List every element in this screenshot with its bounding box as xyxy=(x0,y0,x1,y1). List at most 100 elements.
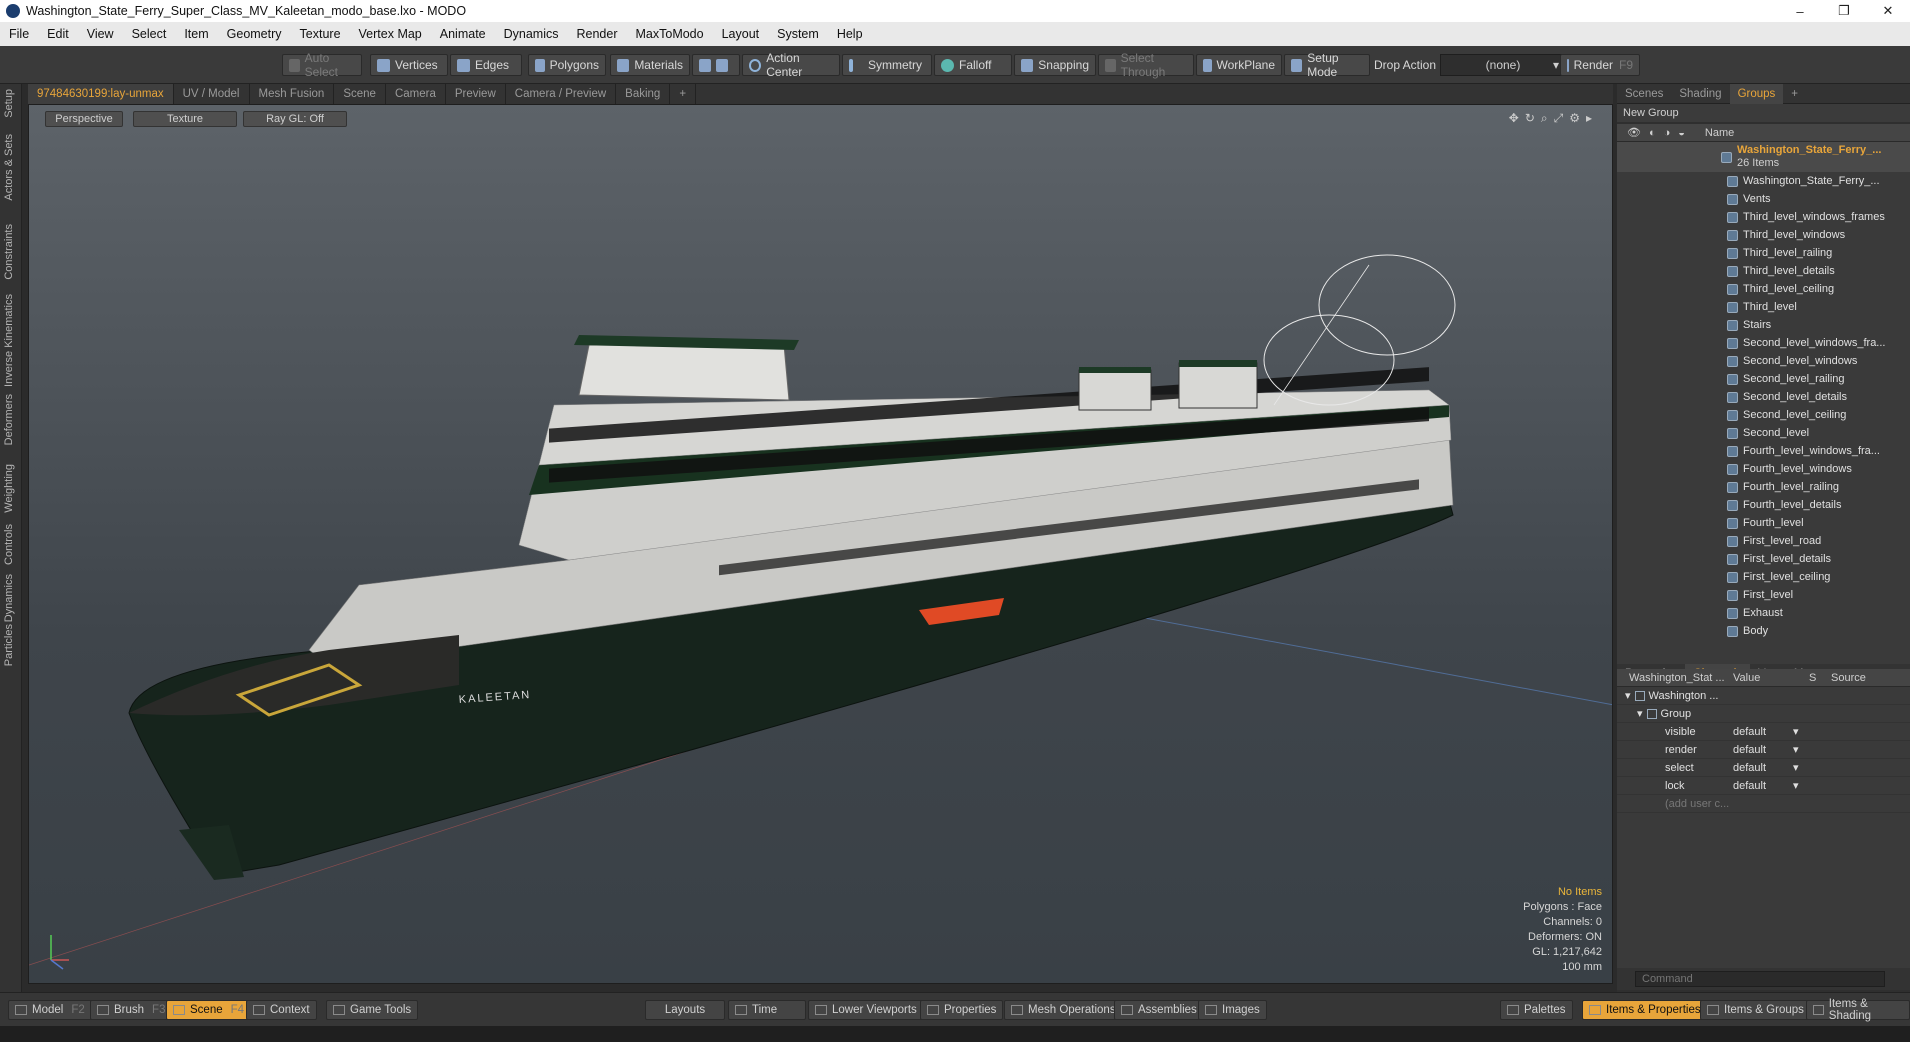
setup-mode-button[interactable]: Setup Mode xyxy=(1284,51,1370,79)
group-item-row[interactable]: Third_level_windows_frames xyxy=(1617,208,1910,226)
viewport-tab-8[interactable]: + xyxy=(670,84,697,104)
right-tab-3[interactable]: + xyxy=(1783,84,1806,104)
channel-value[interactable]: default xyxy=(1733,744,1793,756)
group-item-row[interactable]: Second_level_details xyxy=(1617,388,1910,406)
viewport-tab-3[interactable]: Scene xyxy=(334,84,386,104)
group-item-row[interactable]: Fourth_level_details xyxy=(1617,496,1910,514)
drop-action-select[interactable]: (none) ▾ xyxy=(1440,54,1566,76)
polygons-button[interactable]: Polygons xyxy=(528,54,606,76)
snapping-button[interactable]: Snapping xyxy=(1014,54,1096,76)
menu-item-select[interactable]: Select xyxy=(123,27,176,41)
channel-row[interactable]: render default ▾ xyxy=(1617,741,1910,759)
context-layout-button[interactable]: Context xyxy=(246,1000,317,1020)
group-item-row[interactable]: First_level_road xyxy=(1617,532,1910,550)
falloff-button[interactable]: Falloff xyxy=(934,54,1012,76)
group-item-row[interactable]: Third_level_ceiling xyxy=(1617,280,1910,298)
add-user-channel[interactable]: (add user c... xyxy=(1617,795,1910,813)
edges-button[interactable]: Edges xyxy=(450,54,522,76)
group-item-row[interactable]: Exhaust xyxy=(1617,604,1910,622)
group-item-row[interactable]: Vents xyxy=(1617,190,1910,208)
group-item-row[interactable]: Fourth_level_windows xyxy=(1617,460,1910,478)
left-tab-6[interactable]: Controls xyxy=(3,524,15,565)
group-item-row[interactable]: Third_level_railing xyxy=(1617,244,1910,262)
channel-row[interactable]: select default ▾ xyxy=(1617,759,1910,777)
menu-item-help[interactable]: Help xyxy=(828,27,872,41)
left-tab-7[interactable]: Dynamics xyxy=(3,574,15,622)
viewport-tab-0[interactable]: 97484630199:lay-unmax xyxy=(28,84,174,104)
left-tab-3[interactable]: Inverse Kinematics xyxy=(3,294,15,387)
items-groups-button[interactable]: Items & Groups xyxy=(1700,1000,1811,1020)
viewport-tab-4[interactable]: Camera xyxy=(386,84,446,104)
lower-viewports-button[interactable]: Lower Viewports xyxy=(808,1000,924,1020)
chevron-down-icon[interactable]: ▾ xyxy=(1793,743,1799,756)
group-item-row[interactable]: Second_level xyxy=(1617,424,1910,442)
visibility-column-icons[interactable]: 👁◐◑◒ xyxy=(1627,126,1693,139)
group-item-row[interactable]: Body xyxy=(1617,622,1910,640)
menu-item-vertex-map[interactable]: Vertex Map xyxy=(350,27,431,41)
menu-item-file[interactable]: File xyxy=(0,27,38,41)
menu-item-animate[interactable]: Animate xyxy=(431,27,495,41)
items-shading-button[interactable]: Items & Shading xyxy=(1806,998,1910,1022)
palettes-button[interactable]: Palettes xyxy=(1500,1000,1573,1020)
vertices-button[interactable]: Vertices xyxy=(370,54,448,76)
channel-group-row[interactable]: ▾ Group xyxy=(1617,705,1910,723)
maximize-button[interactable]: ❐ xyxy=(1822,0,1866,22)
menu-item-layout[interactable]: Layout xyxy=(713,27,769,41)
right-tab-2[interactable]: Groups xyxy=(1729,83,1784,104)
scene-layout-button[interactable]: Scene F4 xyxy=(166,1000,252,1020)
group-root-row[interactable]: Washington_State_Ferry_... 26 Items xyxy=(1617,142,1910,172)
symmetry-button[interactable]: Symmetry xyxy=(842,54,932,76)
close-button[interactable]: ✕ xyxy=(1866,0,1910,22)
channel-value[interactable]: default xyxy=(1733,726,1793,738)
chevron-down-icon[interactable]: ▾ xyxy=(1793,725,1799,738)
minimize-button[interactable]: – xyxy=(1778,0,1822,22)
menu-item-dynamics[interactable]: Dynamics xyxy=(495,27,568,41)
menu-item-item[interactable]: Item xyxy=(175,27,217,41)
left-tab-5[interactable]: Weighting xyxy=(3,464,15,513)
properties-button[interactable]: Properties xyxy=(920,1000,1004,1020)
channel-row[interactable]: lock default ▾ xyxy=(1617,777,1910,795)
items-properties-button[interactable]: Items & Properties xyxy=(1582,1000,1708,1020)
assemblies-button[interactable]: Assemblies xyxy=(1114,1000,1204,1020)
select-tools-button[interactable] xyxy=(692,54,740,76)
left-tab-0[interactable]: Setup xyxy=(3,89,15,118)
brush-layout-button[interactable]: Brush F3 xyxy=(90,1000,173,1020)
right-tab-0[interactable]: Scenes xyxy=(1617,84,1671,104)
group-item-row[interactable]: Third_level_details xyxy=(1617,262,1910,280)
workplane-button[interactable]: WorkPlane xyxy=(1196,54,1282,76)
group-item-row[interactable]: Third_level xyxy=(1617,298,1910,316)
left-tab-2[interactable]: Constraints xyxy=(3,224,15,280)
left-tab-4[interactable]: Deformers xyxy=(3,394,15,445)
viewport-tab-5[interactable]: Preview xyxy=(446,84,506,104)
menu-item-render[interactable]: Render xyxy=(568,27,627,41)
channel-value[interactable]: default xyxy=(1733,762,1793,774)
viewport-tab-1[interactable]: UV / Model xyxy=(174,84,250,104)
group-item-row[interactable]: Washington_State_Ferry_... xyxy=(1617,172,1910,190)
left-tab-1[interactable]: Actors & Sets xyxy=(3,134,15,201)
group-item-row[interactable]: First_level_details xyxy=(1617,550,1910,568)
menu-item-maxtomodo[interactable]: MaxToModo xyxy=(627,27,713,41)
group-item-row[interactable]: Third_level_windows xyxy=(1617,226,1910,244)
channel-row[interactable]: visible default ▾ xyxy=(1617,723,1910,741)
3d-viewport[interactable]: Perspective Texture Ray GL: Off ✥↻⌕⤢⚙▸ K… xyxy=(28,104,1613,984)
images-button[interactable]: Images xyxy=(1198,1000,1267,1020)
viewport-tab-7[interactable]: Baking xyxy=(616,84,671,104)
group-item-row[interactable]: Fourth_level_railing xyxy=(1617,478,1910,496)
menu-item-edit[interactable]: Edit xyxy=(38,27,78,41)
model-layout-button[interactable]: Model F2 xyxy=(8,1000,92,1020)
group-item-row[interactable]: Second_level_windows_fra... xyxy=(1617,334,1910,352)
right-tab-1[interactable]: Shading xyxy=(1671,84,1729,104)
menu-item-system[interactable]: System xyxy=(768,27,828,41)
auto-select-button[interactable]: Auto Select xyxy=(282,51,362,79)
group-item-row[interactable]: First_level xyxy=(1617,586,1910,604)
materials-button[interactable]: Materials xyxy=(610,54,690,76)
group-item-row[interactable]: Second_level_windows xyxy=(1617,352,1910,370)
group-item-row[interactable]: First_level_ceiling xyxy=(1617,568,1910,586)
menu-item-texture[interactable]: Texture xyxy=(291,27,350,41)
group-item-row[interactable]: Second_level_railing xyxy=(1617,370,1910,388)
menu-item-view[interactable]: View xyxy=(78,27,123,41)
viewport-tab-6[interactable]: Camera / Preview xyxy=(506,84,617,104)
render-button[interactable]: Render F9 xyxy=(1560,54,1640,76)
mesh-operations-button[interactable]: Mesh Operations xyxy=(1004,1000,1123,1020)
group-item-row[interactable]: Fourth_level xyxy=(1617,514,1910,532)
